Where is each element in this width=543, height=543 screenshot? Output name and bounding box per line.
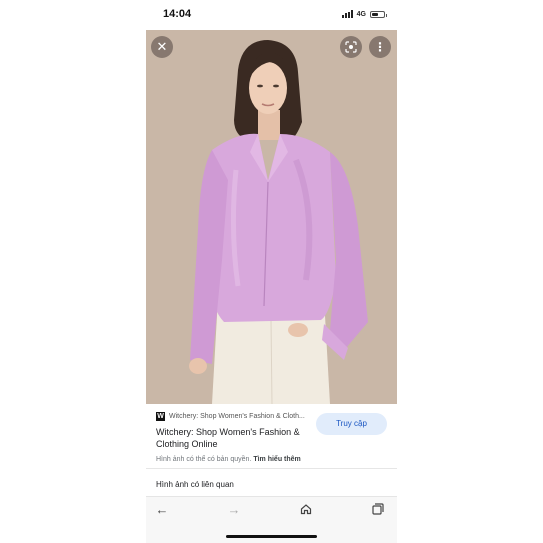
lens-button[interactable] [340, 36, 362, 58]
lens-icon [345, 41, 357, 53]
product-photo-illustration [146, 30, 397, 404]
more-vertical-icon: ⋮ [374, 40, 386, 54]
visit-button[interactable]: Truy cập [316, 413, 387, 435]
back-button[interactable]: ← [154, 503, 170, 517]
more-options-button[interactable]: ⋮ [369, 36, 391, 58]
related-images-heading: Hình ảnh có liên quan [156, 480, 234, 489]
tabs-button[interactable] [370, 503, 386, 517]
close-icon: ✕ [156, 39, 168, 54]
signal-icon [341, 10, 353, 18]
source-row[interactable]: W Witchery: Shop Women's Fashion & Cloth… [156, 412, 305, 421]
product-image[interactable] [146, 30, 397, 404]
arrow-left-icon: ← [155, 502, 169, 517]
status-icons: 4G [341, 10, 387, 18]
source-name: Witchery: Shop Women's Fashion & Cloth..… [169, 413, 305, 420]
forward-button[interactable]: → [226, 503, 242, 517]
status-bar: 14:04 4G [146, 0, 397, 30]
source-logo: W [156, 412, 165, 421]
home-indicator[interactable] [226, 535, 317, 538]
result-title[interactable]: Witchery: Shop Women's Fashion & Clothin… [156, 426, 306, 450]
close-button[interactable]: ✕ [151, 36, 173, 58]
home-button[interactable] [298, 503, 314, 517]
bottom-navigation: ← → [146, 496, 397, 543]
battery-level [372, 12, 378, 16]
home-icon [300, 504, 312, 515]
divider [146, 468, 397, 469]
phone-screen: 14:04 4G ✕ ⋮ W Witchery: Shop Women's Fa… [146, 0, 397, 543]
network-type: 4G [356, 10, 366, 18]
battery-icon [370, 10, 387, 18]
status-time: 14:04 [163, 8, 192, 20]
tabs-icon [372, 503, 384, 515]
learn-more-link[interactable]: Tìm hiểu thêm [253, 456, 300, 463]
copyright-notice: Hình ảnh có thể có bản quyền. Tìm hiểu t… [156, 456, 301, 463]
arrow-right-icon: → [227, 502, 241, 517]
copyright-text: Hình ảnh có thể có bản quyền. [156, 456, 252, 463]
